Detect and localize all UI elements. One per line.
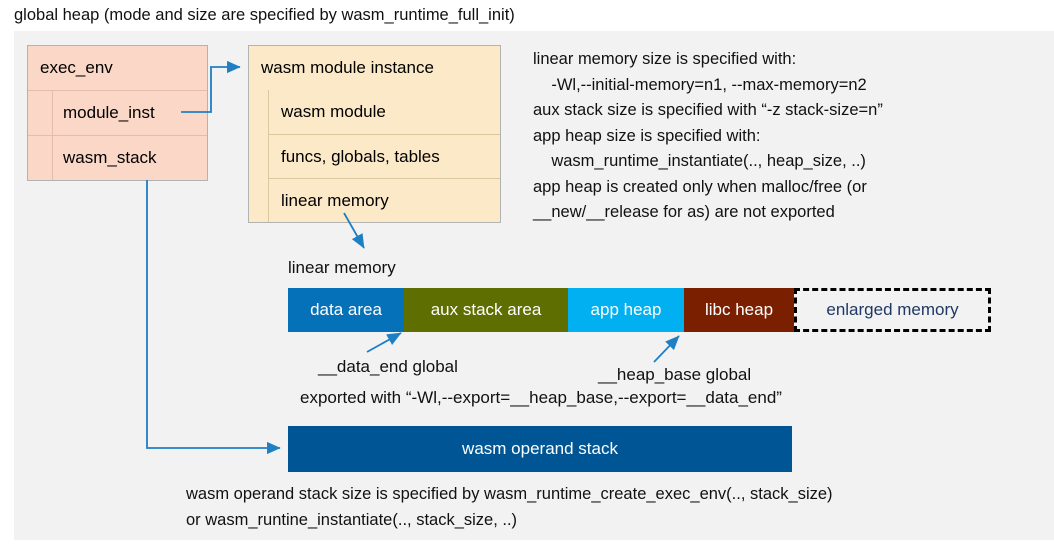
exec-env-field-label: wasm_stack <box>63 148 157 167</box>
segment-app-heap: app heap <box>568 288 684 332</box>
diagram-canvas: global heap (mode and size are specified… <box>0 0 1054 547</box>
segment-libc-heap: libc heap <box>684 288 794 332</box>
linear-memory-strip: data area aux stack area app heap libc h… <box>288 288 991 332</box>
segment-aux-stack-area: aux stack area <box>404 288 568 332</box>
bottom-note-block: wasm operand stack size is specified by … <box>186 485 833 529</box>
linear-memory-caption: linear memory <box>288 258 396 277</box>
exec-env-header: exec_env <box>28 46 207 90</box>
field-linear-memory: linear memory <box>269 178 500 222</box>
segment-data-area: data area <box>288 288 404 332</box>
annotation-data-end: __data_end global <box>318 357 458 376</box>
page-title: global heap (mode and size are specified… <box>14 6 515 24</box>
wasm-module-instance-gutter <box>249 90 269 222</box>
wasm-module-instance-fields: wasm module funcs, globals, tables linea… <box>269 90 500 222</box>
field-wasm-module: wasm module <box>269 90 500 134</box>
right-note-block: linear memory size is specified with: -W… <box>533 50 883 221</box>
exec-env-field-wasm-stack: wasm_stack <box>28 135 207 180</box>
exec-env-field-module-inst: module_inst <box>28 90 207 135</box>
annotation-heap-base: __heap_base global <box>598 365 752 384</box>
annotation-exported-with: exported with “-Wl,--export=__heap_base,… <box>300 388 782 407</box>
wasm-module-instance-header: wasm module instance <box>249 46 500 90</box>
segment-enlarged-memory: enlarged memory <box>794 288 991 332</box>
exec-env-gutter <box>28 91 53 135</box>
wasm-operand-stack-bar: wasm operand stack <box>288 426 792 472</box>
exec-env-field-label: module_inst <box>63 103 155 122</box>
wasm-module-instance-body: wasm module funcs, globals, tables linea… <box>249 90 500 222</box>
wasm-module-instance-box: wasm module instance wasm module funcs, … <box>248 45 501 223</box>
exec-env-box: exec_env module_inst wasm_stack <box>27 45 208 181</box>
field-funcs-globals-tables: funcs, globals, tables <box>269 134 500 178</box>
exec-env-gutter <box>28 136 53 180</box>
